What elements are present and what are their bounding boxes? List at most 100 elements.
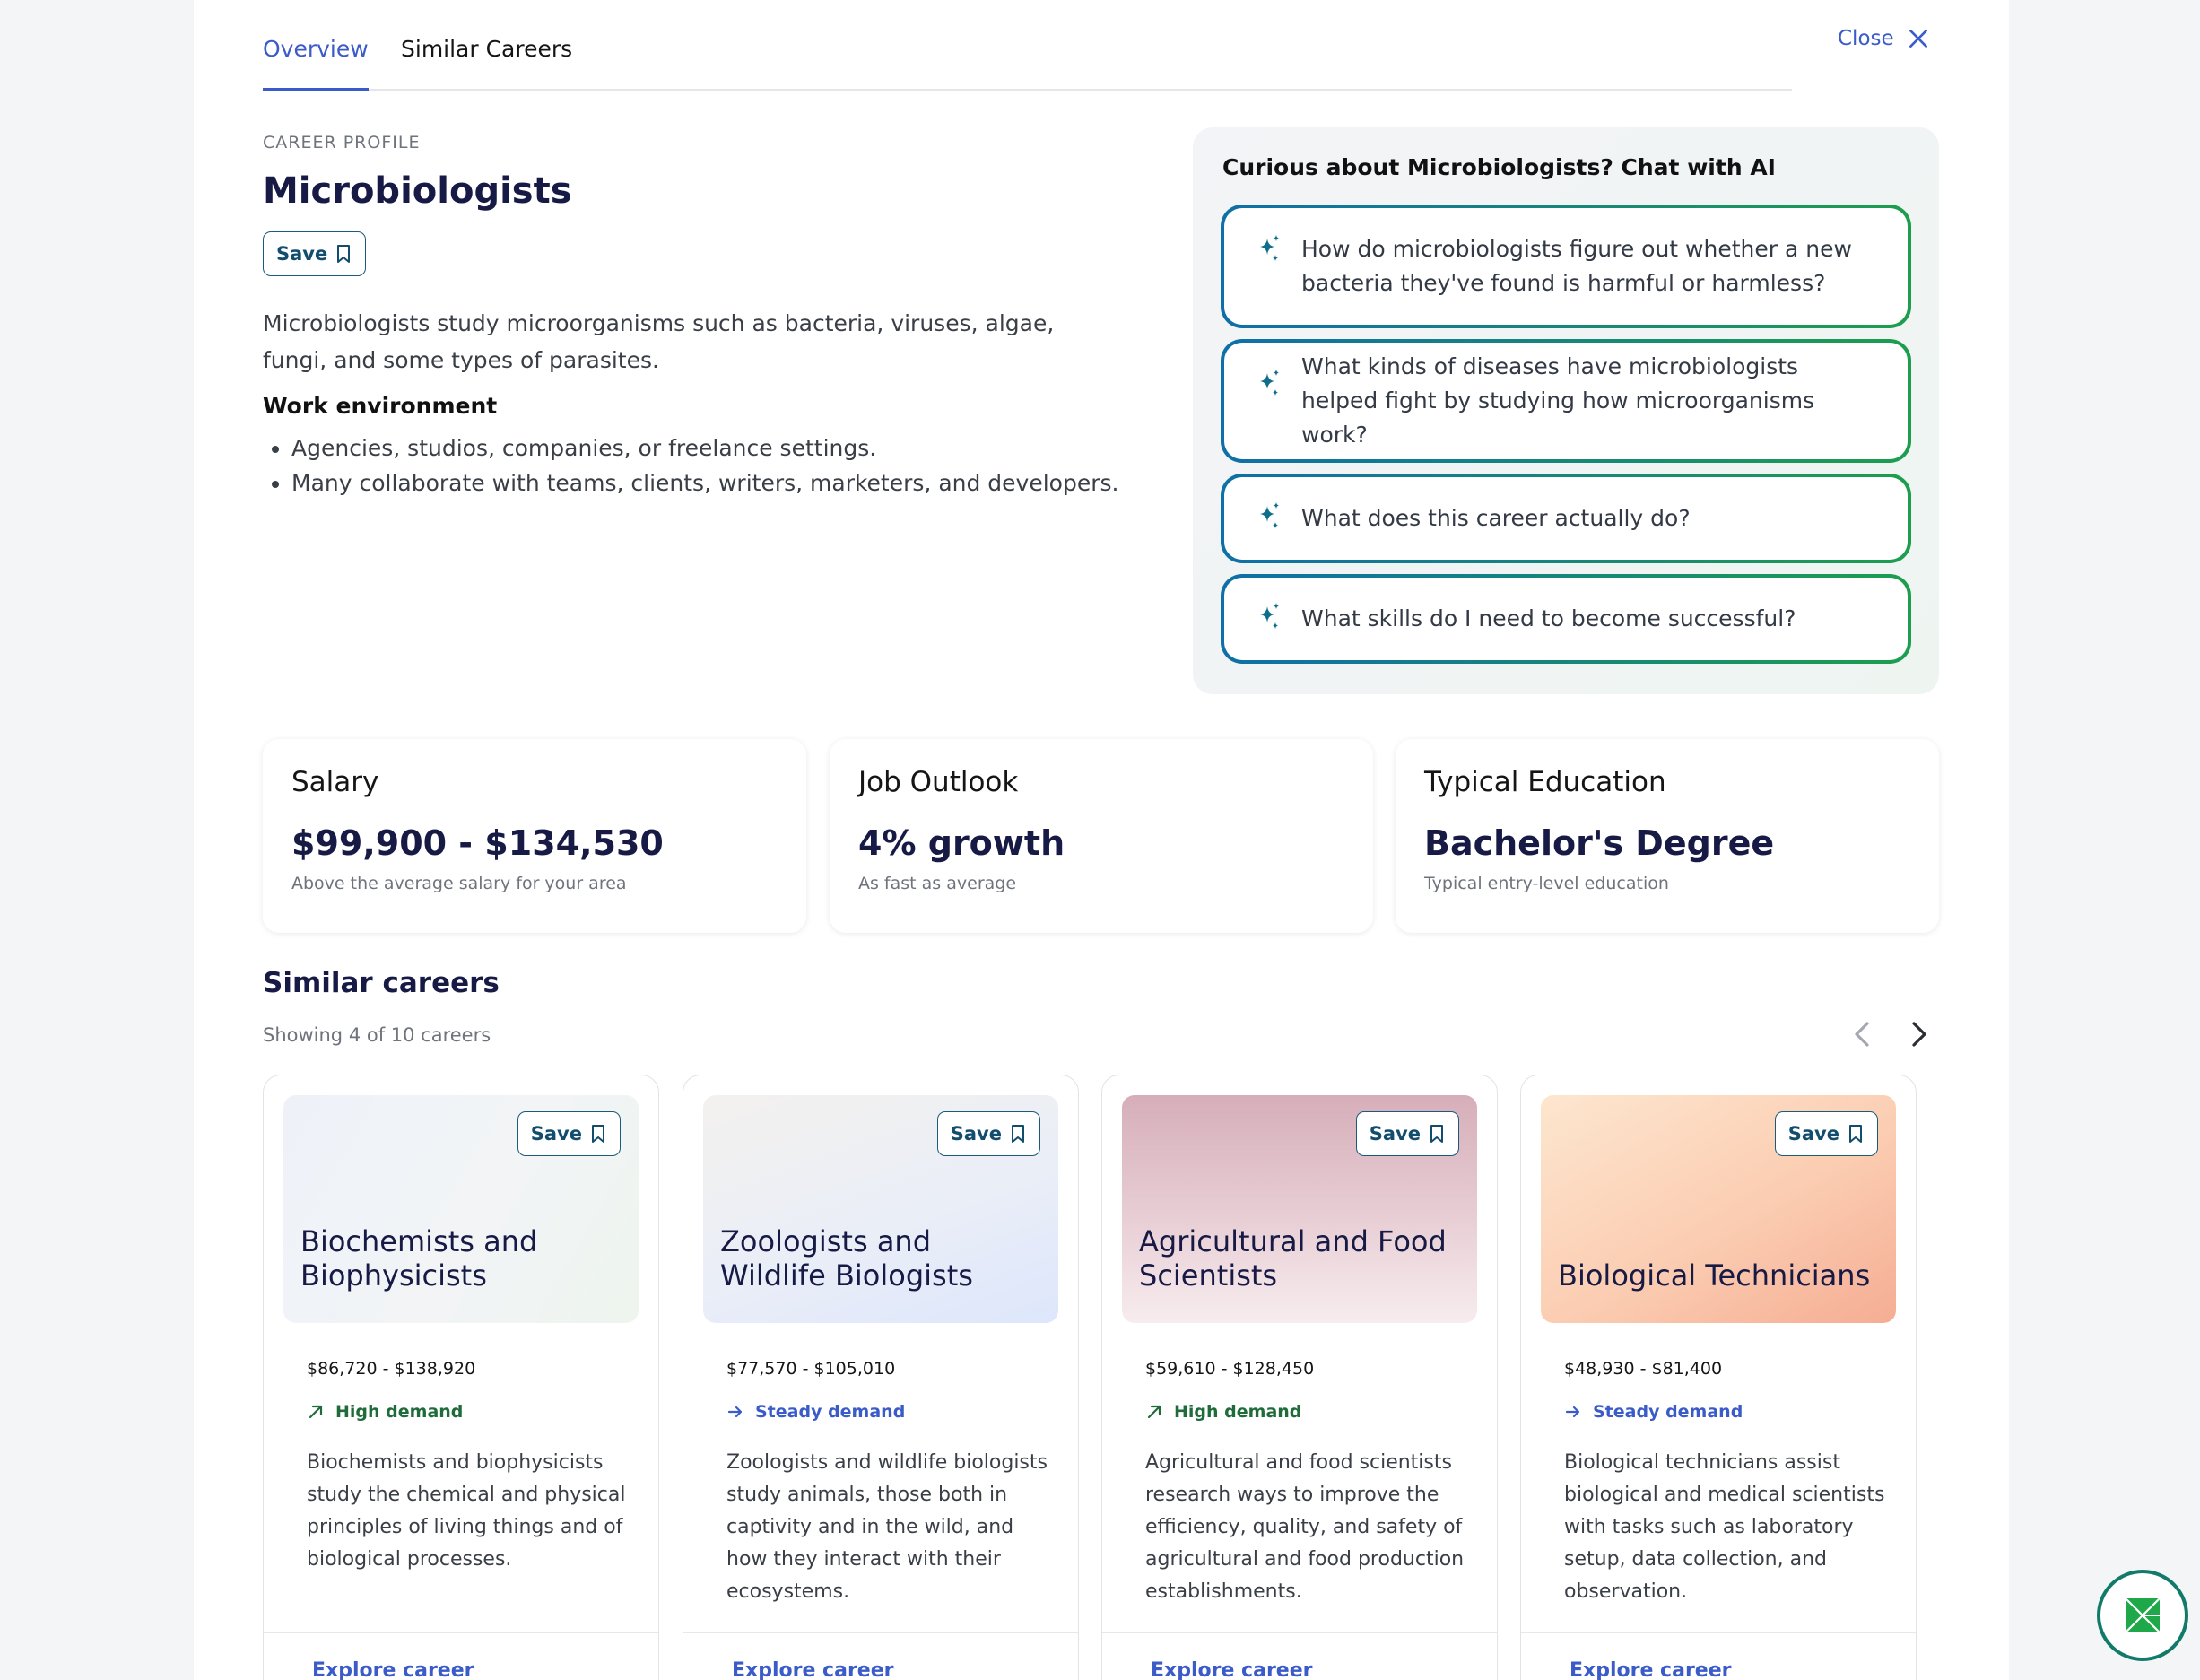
similar-careers-count: Showing 4 of 10 careers (263, 1024, 491, 1046)
divider (1102, 1632, 1497, 1633)
career-card-salary: $77,570 - $105,010 (726, 1359, 896, 1379)
explore-career-link[interactable]: Explore career (732, 1659, 893, 1680)
divider (1521, 1632, 1916, 1633)
demand-badge: Steady demand (726, 1402, 905, 1422)
career-card-description: Zoologists and wildlife biologists study… (726, 1451, 1048, 1603)
career-card-title: Zoologists and Wildlife Biologists (720, 1224, 973, 1293)
career-card-title: Agricultural and Food Scientists (1139, 1224, 1447, 1293)
stat-subtext: As fast as average (858, 874, 1017, 893)
career-card-hero: Save Agricultural and Food Scientists (1122, 1095, 1477, 1323)
career-card-hero: Save Zoologists and Wildlife Biologists (703, 1095, 1058, 1323)
stat-label: Job Outlook (858, 766, 1019, 798)
arrow-right-icon (1565, 1406, 1580, 1418)
stat-subtext: Typical entry-level education (1424, 874, 1669, 893)
career-card-description: Agricultural and food scientists researc… (1145, 1451, 1465, 1603)
sparkle-icon (1260, 603, 1279, 629)
save-career-button[interactable]: Save (936, 1111, 1040, 1156)
sparkle-icon (1260, 370, 1279, 396)
chevron-right-icon (1912, 1022, 1926, 1047)
explore-career-link[interactable]: Explore career (1570, 1659, 1731, 1680)
similar-careers-title: Similar careers (263, 967, 500, 999)
trend-up-icon (1147, 1405, 1161, 1419)
demand-label: Steady demand (1593, 1402, 1743, 1422)
save-label: Save (276, 243, 328, 265)
divider (683, 1632, 1078, 1633)
bookmark-icon (1430, 1125, 1443, 1143)
career-card-title: Biological Technicians (1558, 1258, 1871, 1293)
carousel-prev-button[interactable] (1846, 1016, 1882, 1052)
tab-overview[interactable]: Overview (263, 36, 369, 91)
demand-badge: Steady demand (1564, 1402, 1743, 1422)
demand-badge: High demand (1145, 1402, 1301, 1422)
save-label: Save (950, 1123, 1002, 1145)
trend-up-icon (309, 1405, 323, 1419)
bookmark-icon (1012, 1125, 1024, 1143)
tab-bar: Overview Similar Careers (263, 0, 1792, 91)
save-label: Save (1787, 1123, 1839, 1145)
career-card-title: Biochemists and Biophysicists (300, 1224, 538, 1293)
close-label: Close (1838, 27, 1894, 50)
save-career-button[interactable]: Save (263, 231, 367, 276)
save-label: Save (530, 1123, 582, 1145)
ai-prompt-button[interactable]: What does this career actually do? (1221, 474, 1911, 563)
ai-prompt-text: How do microbiologists figure out whethe… (1301, 236, 1852, 296)
ai-prompt-button[interactable]: How do microbiologists figure out whethe… (1221, 205, 1911, 328)
save-career-button[interactable]: Save (1355, 1111, 1459, 1156)
bookmark-icon (337, 245, 351, 263)
ai-prompt-text: What does this career actually do? (1301, 505, 1691, 531)
save-career-button[interactable]: Save (517, 1111, 621, 1156)
bookmark-icon (592, 1125, 604, 1143)
stat-value: Bachelor's Degree (1424, 823, 1775, 863)
career-card-salary: $48,930 - $81,400 (1564, 1359, 1723, 1379)
page-title: Microbiologists (263, 170, 572, 212)
stat-subtext: Above the average salary for your area (291, 874, 627, 893)
ai-chat-card: Curious about Microbiologists? Chat with… (1193, 127, 1939, 694)
chat-launcher-button[interactable] (2097, 1570, 2188, 1661)
career-card-hero: Save Biochemists and Biophysicists (283, 1095, 639, 1323)
chevron-left-icon (1855, 1022, 1869, 1047)
list-item: Agencies, studios, companies, or freelan… (291, 431, 1118, 466)
save-label: Save (1369, 1123, 1421, 1145)
demand-badge: High demand (307, 1402, 463, 1422)
list-item: Many collaborate with teams, clients, wr… (291, 466, 1118, 501)
ai-prompt-text: What kinds of diseases have microbiologi… (1301, 353, 1815, 448)
explore-career-link[interactable]: Explore career (1151, 1659, 1312, 1680)
stat-label: Typical Education (1424, 766, 1666, 798)
career-card-description: Biological technicians assist biological… (1564, 1451, 1885, 1603)
ai-prompt-button[interactable]: What skills do I need to become successf… (1221, 574, 1911, 664)
career-card-salary: $86,720 - $138,920 (307, 1359, 476, 1379)
work-environment-list: Agencies, studios, companies, or freelan… (291, 431, 1118, 501)
career-card-hero: Save Biological Technicians (1541, 1095, 1896, 1323)
demand-label: High demand (335, 1402, 464, 1422)
career-card-description: Biochemists and biophysicists study the … (307, 1451, 626, 1571)
stat-value: $99,900 - $134,530 (291, 823, 664, 863)
salary-stat-card: Salary $99,900 - $134,530 Above the aver… (263, 739, 806, 933)
app-logo-icon (2125, 1597, 2161, 1633)
career-detail-panel: Overview Similar Careers Close CAREER PR… (194, 0, 2009, 1680)
demand-label: Steady demand (755, 1402, 906, 1422)
ai-chat-title: Curious about Microbiologists? Chat with… (1222, 154, 1776, 180)
explore-career-link[interactable]: Explore career (312, 1659, 474, 1680)
ai-prompt-button[interactable]: What kinds of diseases have microbiologi… (1221, 339, 1911, 463)
career-card[interactable]: Save Agricultural and Food Scientists $5… (1101, 1075, 1498, 1680)
stat-label: Salary (291, 766, 379, 798)
stat-value: 4% growth (858, 823, 1065, 863)
close-button[interactable]: Close (1838, 27, 1930, 50)
job-outlook-stat-card: Job Outlook 4% growth As fast as average (830, 739, 1373, 933)
education-stat-card: Typical Education Bachelor's Degree Typi… (1396, 739, 1939, 933)
career-card[interactable]: Save Biological Technicians $48,930 - $8… (1520, 1075, 1917, 1680)
sparkle-icon (1260, 235, 1279, 261)
career-profile-eyebrow: CAREER PROFILE (263, 133, 421, 152)
work-environment-title: Work environment (263, 393, 498, 419)
demand-label: High demand (1174, 1402, 1302, 1422)
career-card[interactable]: Save Biochemists and Biophysicists $86,7… (263, 1075, 659, 1680)
career-description: Microbiologists study microorganisms suc… (263, 310, 1055, 373)
tab-similar-careers[interactable]: Similar Careers (401, 36, 572, 62)
close-icon (1909, 30, 1927, 48)
career-card-salary: $59,610 - $128,450 (1145, 1359, 1315, 1379)
save-career-button[interactable]: Save (1774, 1111, 1878, 1156)
career-card[interactable]: Save Zoologists and Wildlife Biologists … (683, 1075, 1079, 1680)
arrow-right-icon (727, 1406, 743, 1418)
carousel-next-button[interactable] (1900, 1016, 1935, 1052)
divider (264, 1632, 658, 1633)
